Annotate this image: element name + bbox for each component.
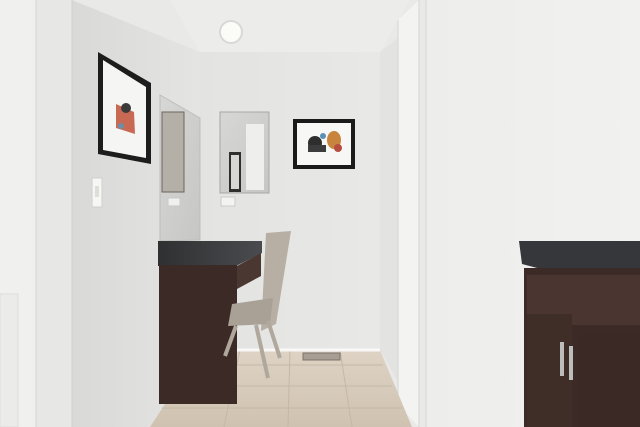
outlet-icon[interactable]	[167, 197, 181, 207]
floor-vent-icon	[302, 352, 341, 361]
ceiling-light-icon	[219, 20, 243, 44]
cabinet-handle-icon-right[interactable]	[569, 346, 573, 380]
left-door-panel	[0, 293, 19, 427]
left-door-frame	[36, 0, 72, 427]
photo-scene	[0, 0, 640, 427]
outlet-icon-back[interactable]	[220, 196, 236, 207]
bathroom-vanity-photo	[0, 0, 640, 427]
closet-door[interactable]	[398, 0, 419, 427]
vanity-cabinet	[159, 265, 237, 404]
cabinet-handle-icon[interactable]	[560, 342, 564, 376]
framed-art-back	[293, 119, 355, 169]
ceiling	[170, 0, 410, 52]
right-vanity-door-left[interactable]	[527, 314, 572, 427]
right-vanity-door-right[interactable]	[578, 334, 640, 427]
